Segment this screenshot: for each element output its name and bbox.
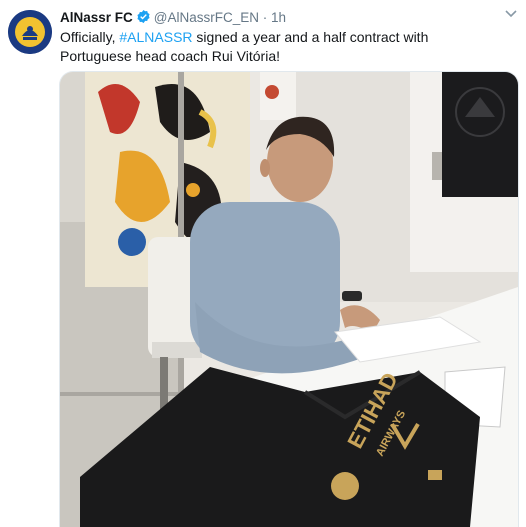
timestamp[interactable]: 1h [271,10,286,25]
tweet-photo[interactable]: ETIHAD AIRWAYS [59,71,519,527]
avatar[interactable] [8,10,52,54]
tweet-card[interactable]: AlNassr FC @AlNassrFC_EN · 1h Officially,… [0,0,526,527]
handle[interactable]: @AlNassrFC_EN [154,10,259,25]
tweet-header: AlNassr FC @AlNassrFC_EN · 1h [60,9,286,29]
display-name[interactable]: AlNassr FC [60,10,133,25]
hashtag-link[interactable]: #ALNASSR [119,29,192,45]
tweet-text: Officially, #ALNASSR signed a year and a… [60,28,500,66]
wall-screen [442,72,518,197]
verified-badge-icon [136,9,151,29]
separator-dot: · [262,10,268,25]
chevron-down-icon[interactable] [504,6,518,22]
club-crest-icon [8,10,52,54]
tweet-text-intro: Officially, [60,29,120,45]
